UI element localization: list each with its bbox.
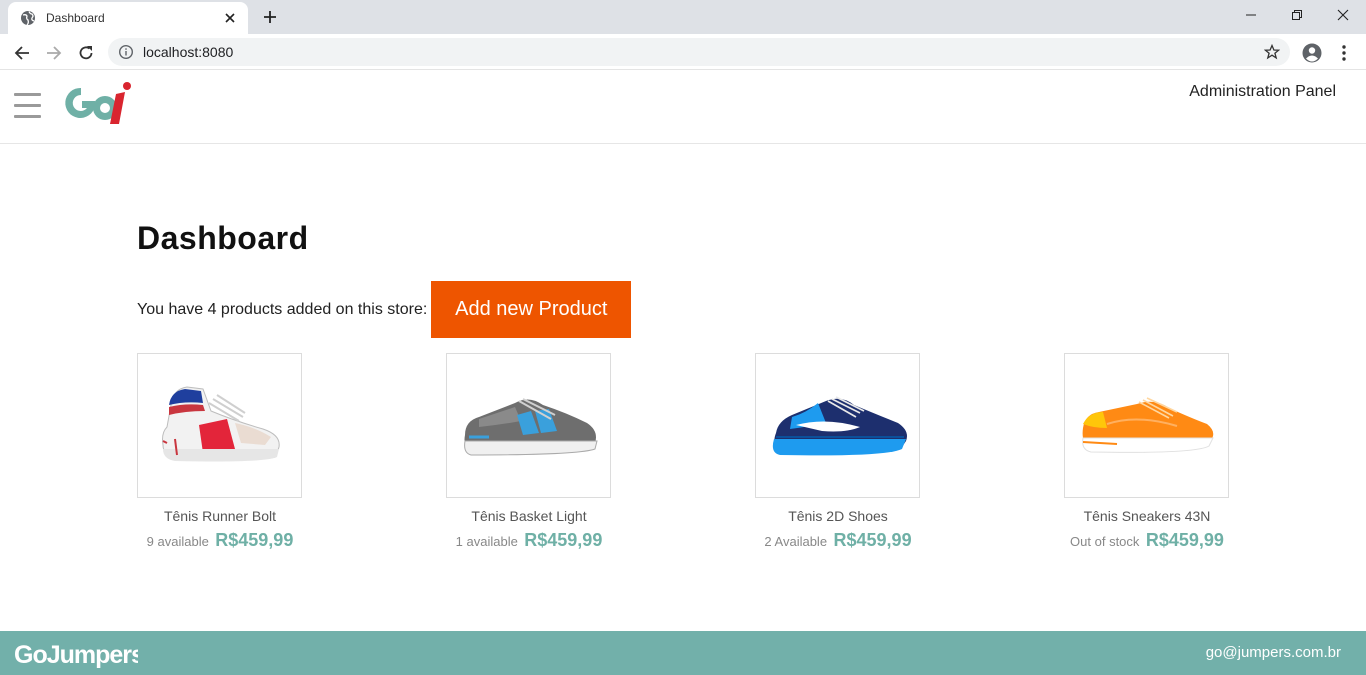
product-price: R$459,99: [1145, 530, 1224, 550]
product-price: R$459,99: [215, 530, 294, 550]
star-icon[interactable]: [1262, 42, 1282, 62]
forward-arrow-icon[interactable]: [41, 40, 67, 66]
product-stock: 2 Available: [764, 534, 828, 549]
product-image-sneaker[interactable]: [755, 353, 920, 498]
tab-title: Dashboard: [46, 11, 105, 25]
minimize-icon[interactable]: [1228, 0, 1274, 30]
gojumpers-logo[interactable]: GoJumpers: [14, 636, 145, 670]
product-card[interactable]: Tênis Sneakers 43N Out of stock R$459,99: [1064, 353, 1230, 551]
profile-icon[interactable]: [1300, 41, 1324, 65]
svg-text:GoJumpers: GoJumpers: [14, 641, 138, 669]
globe-icon: [20, 10, 36, 26]
product-stock: Out of stock: [1070, 534, 1140, 549]
product-card[interactable]: Tênis Runner Bolt 9 available R$459,99: [137, 353, 303, 551]
add-new-product-button[interactable]: Add new Product: [431, 281, 632, 338]
browser-tab[interactable]: Dashboard: [8, 2, 248, 34]
products-count-text: You have 4 products added on this store:: [137, 300, 428, 318]
browser-tab-bar: Dashboard: [0, 0, 1366, 34]
go-logo[interactable]: [61, 80, 133, 126]
product-name[interactable]: Tênis Runner Bolt: [137, 508, 303, 524]
product-stock: 9 available: [146, 534, 209, 549]
new-tab-plus-icon[interactable]: [258, 6, 282, 28]
page-title: Dashboard: [137, 220, 309, 256]
url-text: localhost:8080: [143, 44, 234, 60]
back-arrow-icon[interactable]: [9, 40, 35, 66]
contact-email[interactable]: go@jumpers.com.br: [1206, 644, 1341, 661]
restore-icon[interactable]: [1274, 0, 1320, 30]
kebab-menu-icon[interactable]: [1332, 41, 1356, 65]
footer: GoJumpers go@jumpers.com.br: [0, 631, 1366, 675]
product-name[interactable]: Tênis 2D Shoes: [755, 508, 921, 524]
close-window-icon[interactable]: [1320, 0, 1366, 30]
product-name[interactable]: Tênis Basket Light: [446, 508, 612, 524]
app-header: Administration Panel: [0, 71, 1366, 144]
products-summary: You have 4 products added on this store:…: [137, 281, 632, 338]
hamburger-menu-icon[interactable]: [14, 93, 42, 121]
product-stock: 1 available: [455, 534, 518, 549]
close-tab-icon[interactable]: [220, 8, 240, 28]
product-price: R$459,99: [524, 530, 603, 550]
product-image-sneaker[interactable]: [446, 353, 611, 498]
administration-panel-link[interactable]: Administration Panel: [1189, 83, 1336, 101]
info-icon[interactable]: [118, 44, 134, 60]
browser-toolbar: localhost:8080: [0, 34, 1366, 70]
product-name[interactable]: Tênis Sneakers 43N: [1064, 508, 1230, 524]
reload-icon[interactable]: [73, 40, 99, 66]
product-card[interactable]: Tênis 2D Shoes 2 Available R$459,99: [755, 353, 921, 551]
product-image-sneaker[interactable]: [137, 353, 302, 498]
product-price: R$459,99: [833, 530, 912, 550]
product-card[interactable]: Tênis Basket Light 1 available R$459,99: [446, 353, 612, 551]
product-image-sneaker[interactable]: [1064, 353, 1229, 498]
address-bar[interactable]: localhost:8080: [108, 38, 1290, 66]
